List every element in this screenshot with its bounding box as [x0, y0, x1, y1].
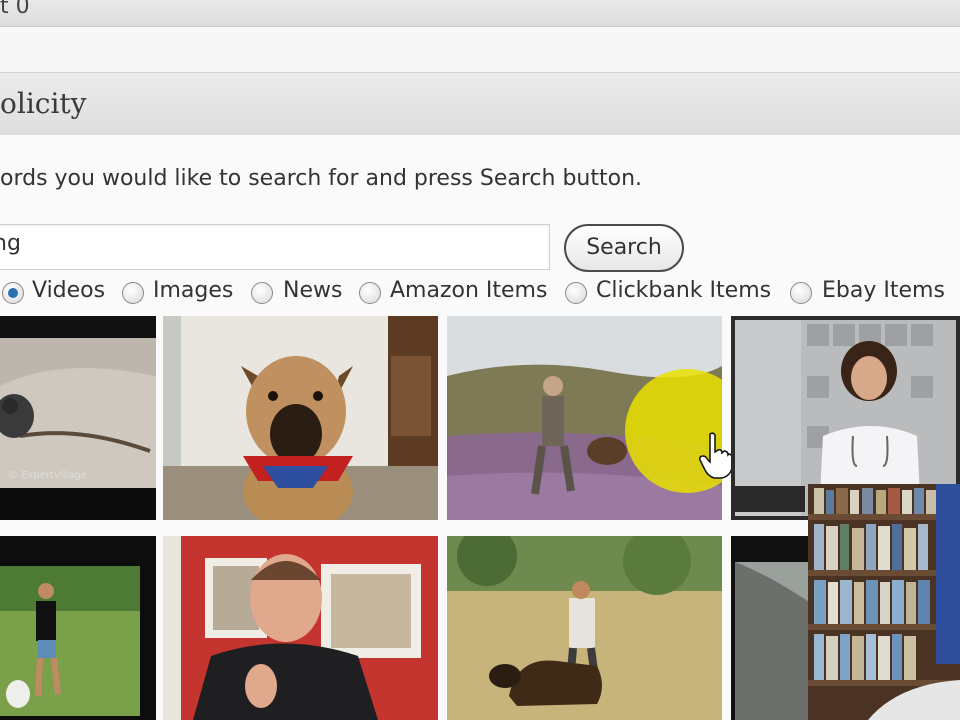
- webcam-overlay-bookshelf: [808, 484, 960, 720]
- video-thumbnail-man-talking[interactable]: [163, 536, 438, 720]
- radio-label-news[interactable]: News: [283, 278, 342, 303]
- video-thumbnail-german-shepherd-training[interactable]: [447, 536, 722, 720]
- video-thumbnail-man-training-dog-field[interactable]: [447, 316, 722, 520]
- radio-amazon-items[interactable]: [359, 282, 381, 304]
- radio-label-images[interactable]: Images: [153, 278, 233, 303]
- radio-news[interactable]: [251, 282, 273, 304]
- thumbnail-caption: © Expertvillage: [8, 470, 87, 481]
- search-input-value: ng: [0, 231, 21, 256]
- hand-cursor-icon: [699, 432, 732, 479]
- video-thumbnail-dog-with-bandana[interactable]: [163, 316, 438, 520]
- radio-videos[interactable]: [2, 282, 24, 304]
- thumbnail-image: [447, 536, 722, 720]
- radio-clickbank-items[interactable]: [565, 282, 587, 304]
- bookshelf-image: [808, 484, 960, 720]
- top-bar-text: t 0: [0, 0, 30, 19]
- radio-label-clickbank-items[interactable]: Clickbank Items: [596, 278, 771, 303]
- thumbnail-image: [163, 536, 438, 720]
- panel-header: olicity: [0, 72, 960, 136]
- search-input[interactable]: ng: [0, 224, 550, 270]
- radio-ebay-items[interactable]: [790, 282, 812, 304]
- search-instructions: ords you would like to search for and pr…: [0, 166, 643, 191]
- thumbnail-image: [447, 316, 722, 520]
- thumbnail-image: [0, 316, 156, 520]
- thumbnail-image: [163, 316, 438, 520]
- video-thumbnail-dog-on-rocks[interactable]: [0, 316, 156, 520]
- spacer-band: [0, 27, 960, 71]
- radio-images[interactable]: [122, 282, 144, 304]
- top-bar: t 0: [0, 0, 960, 27]
- panel-title: olicity: [0, 87, 87, 120]
- radio-label-amazon-items[interactable]: Amazon Items: [390, 278, 547, 303]
- video-thumbnail-woman-with-dog-grass[interactable]: [0, 536, 156, 720]
- search-type-options: Videos Images News Amazon Items Clickban…: [0, 278, 960, 310]
- radio-label-videos[interactable]: Videos: [32, 278, 105, 303]
- radio-label-ebay-items[interactable]: Ebay Items: [822, 278, 945, 303]
- search-button[interactable]: Search: [564, 224, 684, 272]
- thumbnail-image: [0, 536, 156, 720]
